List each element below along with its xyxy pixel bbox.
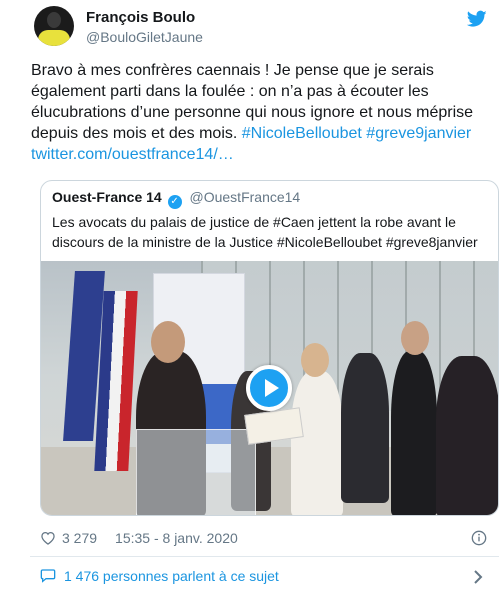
quoted-header: Ouest-France 14 ✓ @OuestFrance14 bbox=[52, 189, 300, 209]
person-head bbox=[401, 321, 429, 355]
avatar[interactable] bbox=[34, 6, 74, 46]
person-head bbox=[301, 343, 329, 377]
author-handle[interactable]: @BouloGiletJaune bbox=[86, 29, 203, 45]
play-triangle bbox=[265, 379, 279, 397]
quoted-tweet[interactable]: Ouest-France 14 ✓ @OuestFrance14 Les avo… bbox=[40, 180, 499, 516]
tweet-text: Bravo à mes confrères caennais ! Je pens… bbox=[31, 60, 491, 165]
timestamp[interactable]: 15:35 - 8 janv. 2020 bbox=[115, 530, 238, 546]
speech-bubble-icon bbox=[40, 569, 56, 583]
tweet-url-link[interactable]: twitter.com/ouestfrance14/… bbox=[31, 146, 234, 163]
twitter-bird-icon[interactable] bbox=[467, 10, 487, 28]
like-count[interactable]: 3 279 bbox=[62, 530, 97, 546]
author-name[interactable]: François Boulo bbox=[86, 9, 195, 26]
quoted-text: Les avocats du palais de justice de #Cae… bbox=[52, 214, 478, 250]
quoted-author-name[interactable]: Ouest-France 14 bbox=[52, 189, 162, 205]
conversation-link[interactable]: 1 476 personnes parlent à ce sujet bbox=[40, 568, 279, 584]
divider bbox=[30, 556, 499, 557]
tweet-card: François Boulo @BouloGiletJaune Bravo à … bbox=[10, 0, 499, 600]
person-group bbox=[436, 356, 498, 515]
heart-icon[interactable] bbox=[40, 531, 56, 545]
person-lawyer bbox=[391, 351, 437, 515]
quoted-author-handle[interactable]: @OuestFrance14 bbox=[190, 189, 301, 205]
person-head bbox=[151, 321, 185, 363]
person-suit bbox=[341, 353, 389, 503]
verified-badge-icon: ✓ bbox=[167, 195, 182, 209]
hashtag-link[interactable]: #NicoleBelloubet bbox=[242, 125, 362, 142]
hashtag-link[interactable]: #greve9janvier bbox=[366, 125, 471, 142]
info-icon[interactable] bbox=[471, 530, 487, 546]
conversation-label: 1 476 personnes parlent à ce sujet bbox=[64, 568, 279, 584]
person-white-dress bbox=[291, 371, 343, 515]
tweet-meta: 3 279 15:35 - 8 janv. 2020 bbox=[40, 528, 238, 548]
play-icon[interactable] bbox=[246, 365, 292, 411]
avatar-head bbox=[47, 12, 61, 28]
avatar-yellow-vest bbox=[38, 30, 70, 46]
glass-podium bbox=[136, 429, 256, 515]
video-thumbnail[interactable] bbox=[41, 261, 498, 515]
chevron-right-icon[interactable] bbox=[473, 570, 483, 584]
